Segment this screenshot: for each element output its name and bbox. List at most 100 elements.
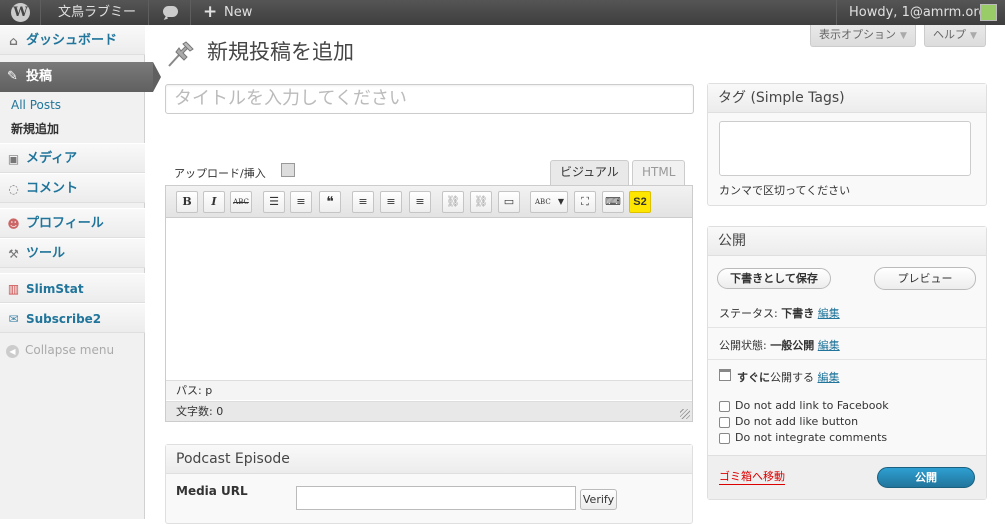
sidebar-item-label: ツール xyxy=(26,246,66,261)
bold-button[interactable]: B xyxy=(176,191,198,213)
divider xyxy=(148,0,149,25)
bar-chart-icon: ▥ xyxy=(7,282,20,296)
home-icon: ⌂ xyxy=(9,34,18,48)
align-right-button[interactable]: ≡ xyxy=(409,191,431,213)
tools-icon: ⚒ xyxy=(8,247,19,261)
comment-icon: ◌ xyxy=(8,182,19,196)
unlink-button[interactable]: ⛓ xyxy=(470,191,492,213)
align-left-button[interactable]: ≡ xyxy=(352,191,374,213)
sidebar-item-comments[interactable]: ◌ コメント xyxy=(0,173,145,203)
status-label: ステータス: xyxy=(719,307,778,320)
sidebar-item-slimstat[interactable]: ▥ SlimStat xyxy=(0,273,145,303)
upload-insert-label: アップロード/挿入 xyxy=(174,167,266,180)
subscribe2-button[interactable]: S2 xyxy=(629,191,651,213)
collapse-menu-label: Collapse menu xyxy=(25,343,115,357)
envelope-icon: ✉ xyxy=(8,312,19,326)
fullscreen-button[interactable]: ⛶ xyxy=(574,191,596,213)
verify-button[interactable]: Verify xyxy=(580,489,617,510)
save-draft-button[interactable]: 下書きとして保存 xyxy=(717,268,831,289)
visibility-label: 公開状態: xyxy=(719,339,767,352)
sidebar-item-label: ダッシュボード xyxy=(26,33,118,48)
insert-link-button[interactable]: ⛓ xyxy=(442,191,464,213)
spellcheck-button[interactable]: ABC ▼ xyxy=(530,191,568,213)
media-icon: ▣ xyxy=(7,152,20,166)
new-content-link[interactable]: New xyxy=(224,0,252,25)
howdy-account-link[interactable]: Howdy, 1@amrm.org xyxy=(849,0,987,25)
media-url-label: Media URL xyxy=(176,484,248,498)
admin-sidebar: ⌂ ダッシュボード ✎ 投稿 All Posts 新規追加 ▣ メディア ◌ コ… xyxy=(0,25,161,519)
sidebar-item-tools[interactable]: ⚒ ツール xyxy=(0,238,145,268)
visibility-value: 一般公開 xyxy=(770,339,815,352)
site-name-link[interactable]: 文鳥ラブミー xyxy=(58,0,136,25)
avatar[interactable] xyxy=(980,4,997,21)
divider xyxy=(190,0,191,25)
post-editor[interactable]: B I ABC ☰ ≡ ❝ ≡ ≡ ≡ ⛓ ⛓ ▭ ABC ▼ ⛶ ⌨ S2 パス… xyxy=(165,185,693,422)
blockquote-button[interactable]: ❝ xyxy=(319,191,341,213)
sidebar-item-label: コメント xyxy=(26,181,79,196)
sidebar-subitem-add-new[interactable]: 新規追加 xyxy=(11,120,59,137)
sidebar-item-label: SlimStat xyxy=(26,282,84,296)
comments-icon[interactable] xyxy=(163,6,178,17)
insert-more-button[interactable]: ▭ xyxy=(498,191,520,213)
schedule-row: すぐに公開する 編集 xyxy=(737,369,840,385)
collapse-menu-button[interactable]: ◀ Collapse menu xyxy=(6,343,114,358)
sidebar-item-profile[interactable]: ☻ プロフィール xyxy=(0,208,145,238)
collapse-arrow-icon: ◀ xyxy=(6,345,19,358)
media-url-input[interactable] xyxy=(296,486,576,510)
media-upload-icon[interactable] xyxy=(281,163,295,177)
help-button[interactable]: ヘルプ ▼ xyxy=(924,25,986,47)
bullet-list-button[interactable]: ☰ xyxy=(263,191,285,213)
kitchen-sink-button[interactable]: ⌨ xyxy=(602,191,624,213)
publish-box-title: 公開 xyxy=(708,227,986,256)
divider xyxy=(708,359,986,360)
tab-html[interactable]: HTML xyxy=(632,160,686,185)
divider xyxy=(836,0,837,25)
numbered-list-button[interactable]: ≡ xyxy=(290,191,312,213)
italic-button[interactable]: I xyxy=(203,191,225,213)
resize-handle-icon[interactable] xyxy=(680,409,690,419)
move-to-trash-link[interactable]: ゴミ箱へ移動 xyxy=(719,470,785,485)
spellcheck-label: ABC xyxy=(535,198,551,206)
screen-options-label: 表示オプション xyxy=(819,28,896,41)
sidebar-subitem-all-posts[interactable]: All Posts xyxy=(11,98,61,112)
sidebar-item-posts[interactable]: ✎ 投稿 xyxy=(0,62,161,92)
sidebar-item-media[interactable]: ▣ メディア xyxy=(0,143,145,173)
help-label: ヘルプ xyxy=(933,28,966,41)
visibility-row: 公開状態: 一般公開 編集 xyxy=(719,337,840,353)
sidebar-item-label: メディア xyxy=(26,151,78,166)
sidebar-item-subscribe2[interactable]: ✉ Subscribe2 xyxy=(0,303,145,333)
schedule-rest: 公開する xyxy=(770,371,814,384)
no-facebook-link-label: Do not add link to Facebook xyxy=(735,399,889,412)
no-integrate-comments-label: Do not integrate comments xyxy=(735,431,888,444)
screen-options-button[interactable]: 表示オプション ▼ xyxy=(810,25,916,47)
tags-input[interactable] xyxy=(719,121,971,176)
preview-button[interactable]: プレビュー xyxy=(874,267,976,290)
tab-visual[interactable]: ビジュアル xyxy=(550,160,629,185)
no-facebook-link-checkbox[interactable] xyxy=(719,401,730,412)
admin-bar: W 文鳥ラブミー + New Howdy, 1@amrm.org xyxy=(0,0,1005,25)
podcast-box-title: Podcast Episode xyxy=(166,445,692,474)
schedule-label: すぐに xyxy=(737,371,770,384)
tags-box-title: タグ (Simple Tags) xyxy=(708,84,986,113)
post-title-input[interactable]: タイトルを入力してください xyxy=(165,84,694,114)
users-icon: ☻ xyxy=(7,217,20,231)
sidebar-item-label: Subscribe2 xyxy=(26,312,102,326)
tags-hint: カンマで区切ってください xyxy=(719,184,851,197)
no-like-button-label: Do not add like button xyxy=(735,415,859,428)
sidebar-item-dashboard[interactable]: ⌂ ダッシュボード xyxy=(0,25,145,55)
no-like-button-checkbox[interactable] xyxy=(719,417,730,428)
wordpress-logo-icon[interactable]: W xyxy=(11,3,30,22)
align-center-button[interactable]: ≡ xyxy=(380,191,402,213)
strikethrough-button[interactable]: ABC xyxy=(230,191,252,213)
no-integrate-comments-checkbox[interactable] xyxy=(719,433,730,444)
chevron-down-icon: ▼ xyxy=(970,31,977,41)
status-value: 下書き xyxy=(781,307,815,320)
pushpin-icon xyxy=(168,41,194,67)
divider xyxy=(708,327,986,328)
publish-button[interactable]: 公開 xyxy=(877,467,975,488)
plus-icon[interactable]: + xyxy=(203,0,217,25)
edit-schedule-link[interactable]: 編集 xyxy=(818,371,840,384)
edit-status-link[interactable]: 編集 xyxy=(818,307,840,320)
status-row: ステータス: 下書き 編集 xyxy=(719,305,840,321)
edit-visibility-link[interactable]: 編集 xyxy=(818,339,840,352)
